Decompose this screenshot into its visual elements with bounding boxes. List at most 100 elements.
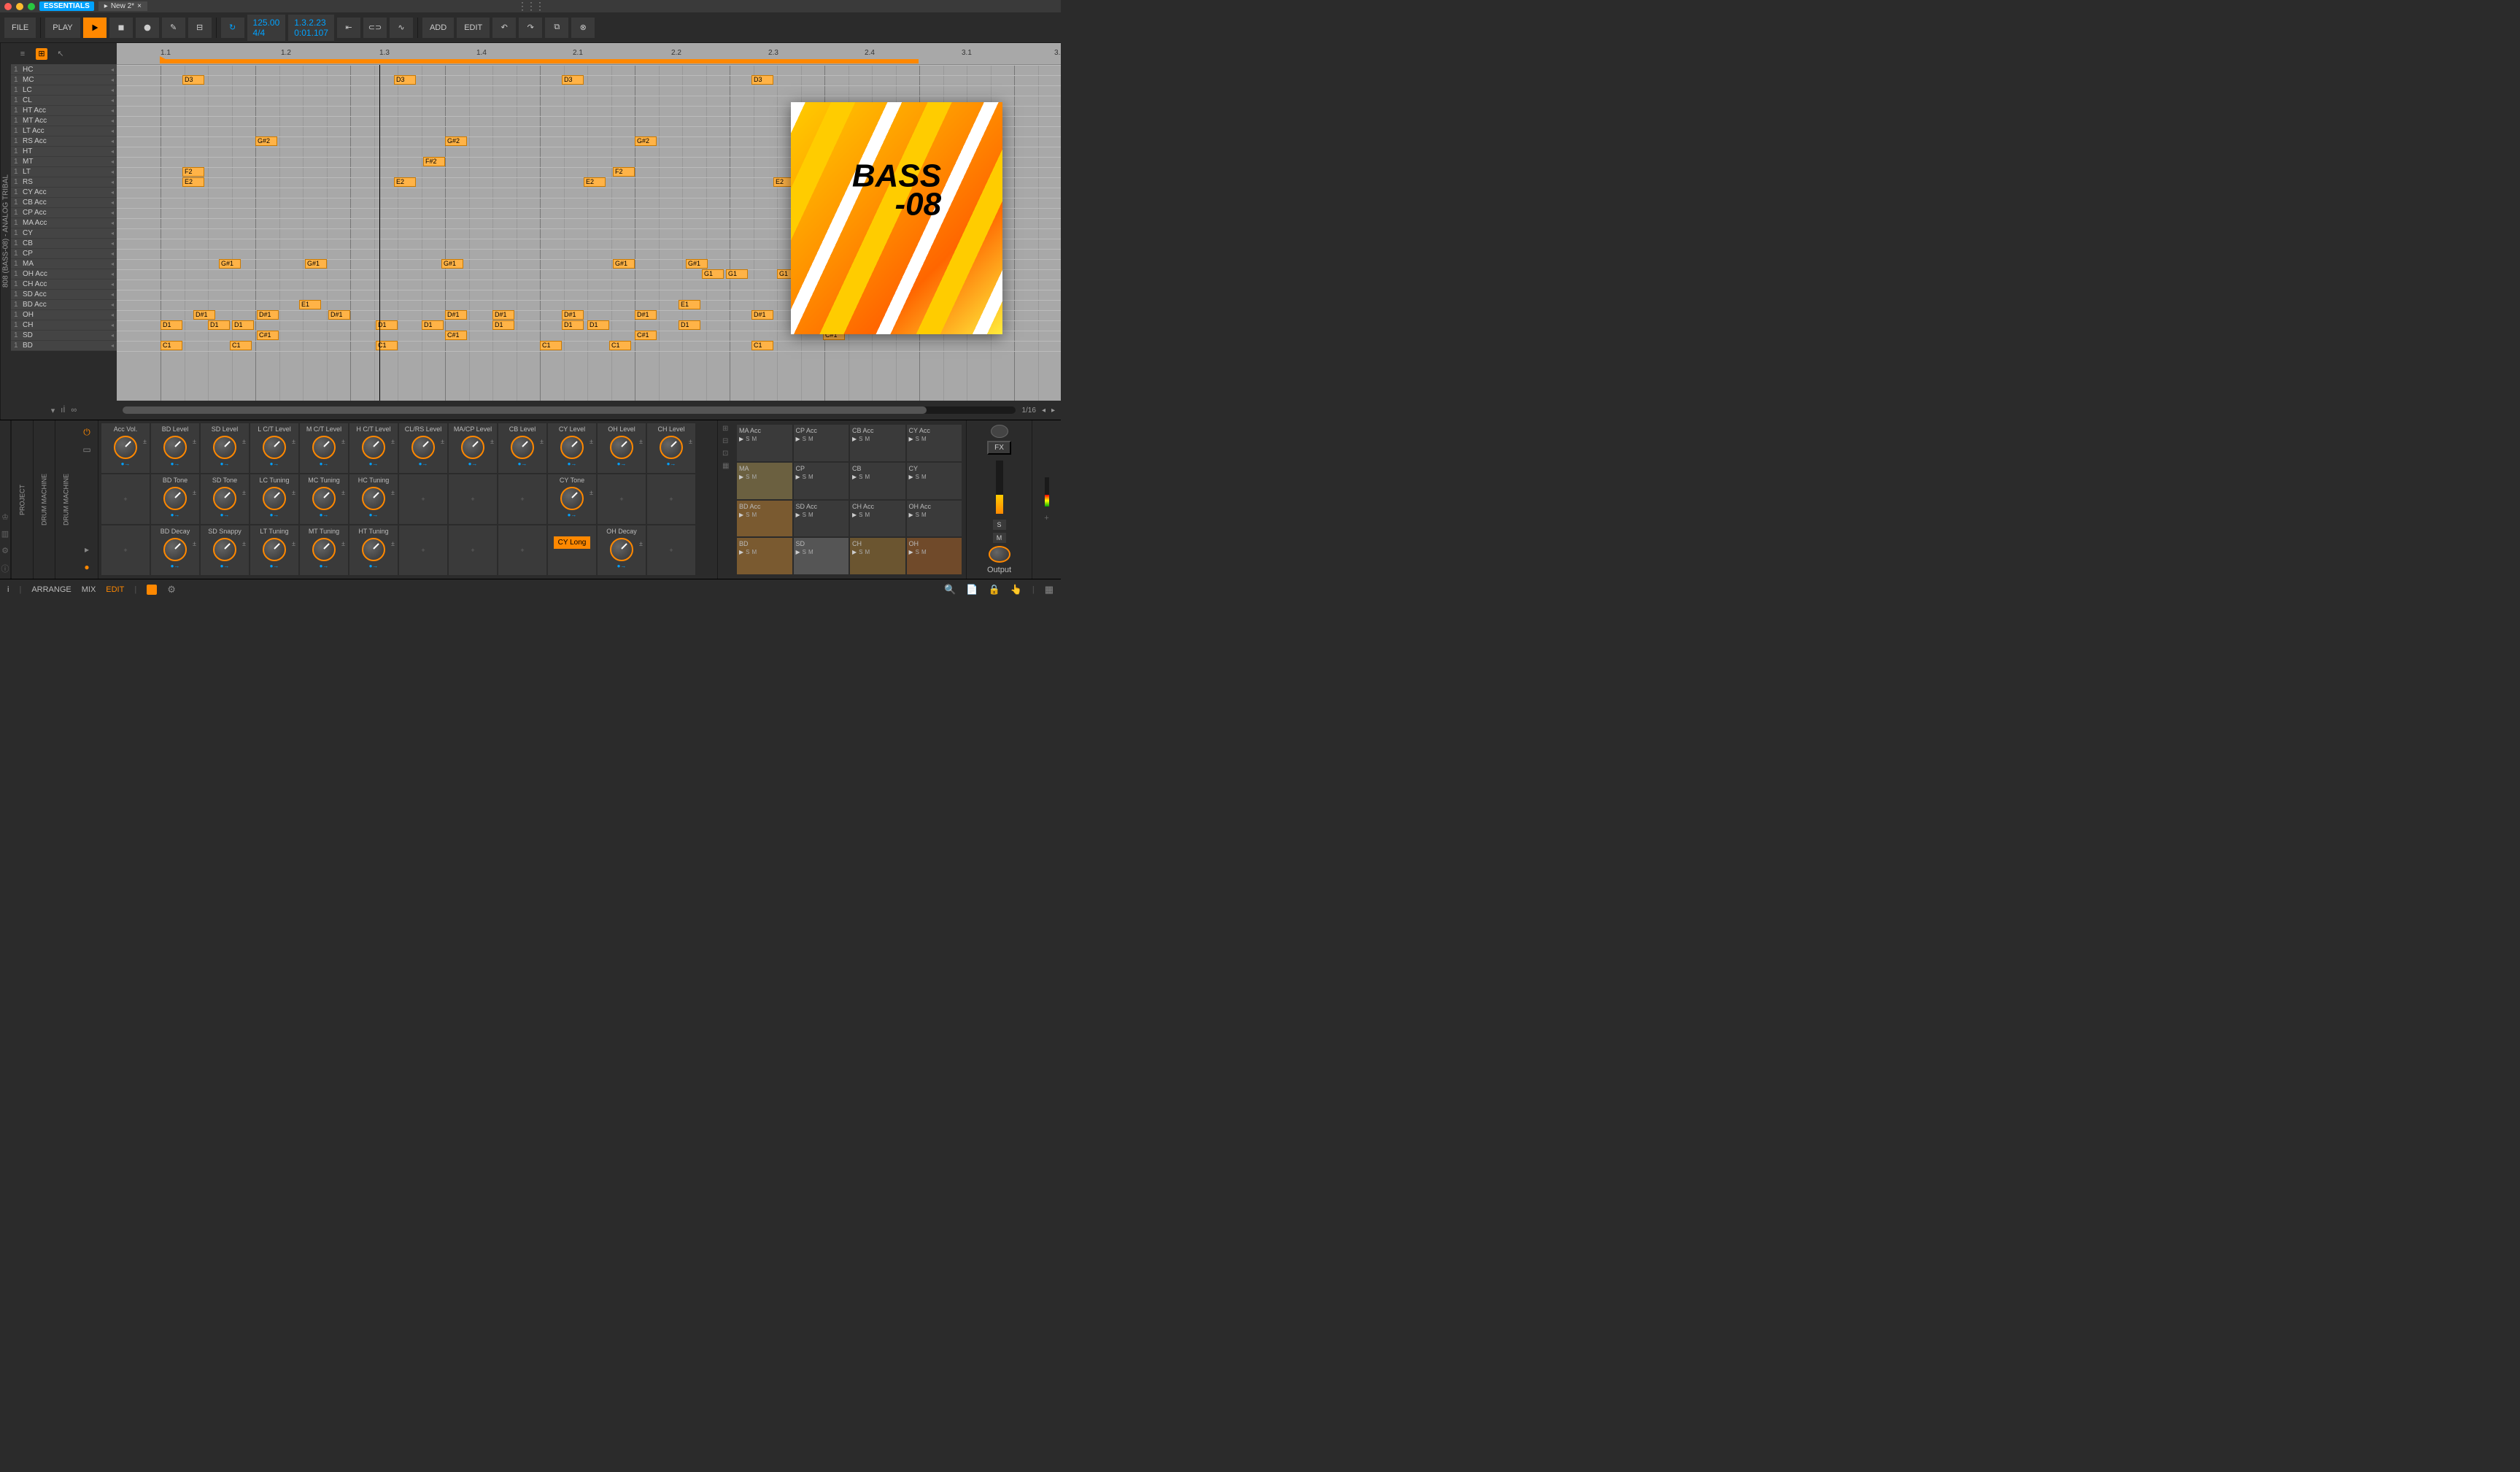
pointer-tool-icon[interactable]: ↖ [55, 48, 66, 60]
pad-ma-acc[interactable]: MA Acc▶SM [737, 425, 792, 461]
note[interactable]: C1 [540, 341, 562, 350]
speaker-icon[interactable]: ◂ [111, 138, 114, 144]
file-icon[interactable]: 📄 [966, 584, 978, 596]
speaker-icon[interactable]: ◂ [111, 169, 114, 175]
knob-bd-decay[interactable]: BD Decay●→± [151, 525, 199, 575]
knob-mod-icon[interactable]: ●→ [568, 512, 577, 518]
solo-button[interactable]: S [993, 520, 1006, 530]
knob-mod-icon[interactable]: ●→ [617, 563, 627, 569]
knob-cy-level[interactable]: CY Level●→± [548, 423, 596, 473]
pad-mute[interactable]: M [752, 474, 757, 480]
knob-mod-icon[interactable]: ●→ [419, 461, 428, 467]
note[interactable]: E1 [299, 300, 321, 309]
pad-cp-acc[interactable]: CP Acc▶SM [794, 425, 849, 461]
note[interactable]: C1 [161, 341, 182, 350]
play-button[interactable] [83, 18, 107, 38]
pad-mute[interactable]: M [808, 512, 813, 518]
zoom-out-icon[interactable]: ◂ [1042, 406, 1046, 415]
grid-icon-3[interactable]: ⊡ [722, 450, 734, 458]
fold-icon[interactable]: ▾ [51, 406, 55, 415]
list-view-icon[interactable]: ≡ [17, 48, 28, 60]
info-icon[interactable]: ⓘ [1, 563, 9, 574]
expand-icon[interactable]: ▸ [80, 542, 94, 557]
knob-mod-icon[interactable]: ●→ [369, 563, 379, 569]
note[interactable]: G#1 [613, 259, 635, 269]
knob-dial[interactable] [163, 538, 187, 561]
plus-icon[interactable]: + [471, 547, 474, 554]
pad-play-icon[interactable]: ▶ [852, 436, 857, 442]
pad-mute[interactable]: M [921, 512, 927, 518]
note[interactable]: D3 [394, 75, 416, 85]
zoom-in-icon[interactable]: ▸ [1051, 406, 1055, 415]
knob-empty[interactable]: + [498, 525, 546, 575]
knob-ma-cp-level[interactable]: MA/CP Level●→± [449, 423, 497, 473]
knob-sd-snappy[interactable]: SD Snappy●→± [201, 525, 249, 575]
note[interactable]: F#2 [423, 157, 445, 166]
note[interactable]: G#2 [445, 136, 467, 146]
knob-mod-icon[interactable]: ●→ [568, 461, 577, 467]
knob-dial[interactable] [312, 487, 336, 510]
track-row[interactable]: 1MT Acc◂ [11, 116, 117, 126]
speaker-icon[interactable]: ◂ [111, 189, 114, 196]
knob-mod-icon[interactable]: ●→ [320, 563, 329, 569]
speaker-icon[interactable]: ◂ [111, 117, 114, 124]
pad-solo[interactable]: S [916, 436, 919, 442]
pad-play-icon[interactable]: ▶ [909, 474, 913, 480]
note[interactable]: C1 [751, 341, 773, 350]
speaker-icon[interactable]: ◂ [111, 107, 114, 114]
speaker-icon[interactable]: ◂ [111, 209, 114, 216]
knob-plus-icon[interactable]: ± [639, 438, 643, 445]
grid-icon-4[interactable]: ▦ [722, 462, 734, 470]
remote-icon[interactable]: ● [80, 560, 94, 574]
cy-long-button[interactable]: CY Long [554, 536, 591, 549]
pad-solo[interactable]: S [859, 474, 862, 480]
note[interactable]: D3 [751, 75, 773, 85]
pad-oh[interactable]: OH▶SM [907, 538, 962, 574]
knob-empty[interactable]: + [449, 474, 497, 524]
speaker-icon[interactable]: ◂ [111, 97, 114, 104]
pad-mute[interactable]: M [752, 549, 757, 555]
pad-mute[interactable]: M [752, 436, 757, 442]
note[interactable]: F2 [613, 167, 635, 177]
knob-plus-icon[interactable]: ± [193, 438, 196, 445]
speaker-icon[interactable]: ◂ [111, 87, 114, 93]
overdub-button[interactable]: ⊟ [188, 18, 212, 38]
drum-machine-label-2[interactable]: DRUM MACHINE [55, 420, 77, 579]
speaker-icon[interactable]: ◂ [111, 291, 114, 298]
link-icon[interactable]: ∞ [71, 406, 77, 415]
note[interactable]: D#1 [257, 310, 279, 320]
grid-icon-2[interactable]: ⊟ [722, 437, 734, 445]
minimize-window[interactable] [16, 3, 23, 10]
knob-mod-icon[interactable]: ●→ [320, 512, 329, 518]
pad-solo[interactable]: S [859, 436, 862, 442]
plus-icon[interactable]: + [123, 547, 127, 554]
speaker-icon[interactable]: ◂ [111, 250, 114, 257]
knob-cb-level[interactable]: CB Level●→± [498, 423, 546, 473]
pad-solo[interactable]: S [803, 549, 806, 555]
knob-mod-icon[interactable]: ●→ [270, 461, 279, 467]
hand-icon[interactable]: 👆 [1010, 584, 1022, 596]
knob-dial[interactable] [213, 538, 236, 561]
controls-icon[interactable]: ⚙ [167, 584, 176, 596]
knob-ht-tuning[interactable]: HT Tuning●→± [349, 525, 398, 575]
pad-sd-acc[interactable]: SD Acc▶SM [794, 501, 849, 537]
project-label[interactable]: PROJECT [11, 420, 33, 579]
knob-mod-icon[interactable]: ●→ [270, 512, 279, 518]
knob-m-c-t-level[interactable]: M C/T Level●→± [300, 423, 348, 473]
pad-play-icon[interactable]: ▶ [852, 549, 857, 555]
knob-dial[interactable] [362, 538, 385, 561]
grid-view-icon[interactable]: ⊞ [36, 48, 47, 60]
pad-mute[interactable]: M [865, 512, 870, 518]
pad-mute[interactable]: M [752, 512, 757, 518]
dashboard-icon[interactable]: ▦ [1045, 584, 1054, 596]
knob-mod-icon[interactable]: ●→ [220, 563, 230, 569]
pad-solo[interactable]: S [803, 436, 806, 442]
track-row[interactable]: 1CY◂ [11, 228, 117, 239]
knob-mod-icon[interactable]: ●→ [171, 461, 180, 467]
track-row[interactable]: 1CY Acc◂ [11, 188, 117, 198]
pad-solo[interactable]: S [746, 474, 749, 480]
grid-resolution[interactable]: 1/16 [1021, 406, 1035, 415]
knob-empty[interactable]: + [399, 474, 447, 524]
knob-oh-decay[interactable]: OH Decay●→± [598, 525, 646, 575]
knob-plus-icon[interactable]: ± [341, 540, 345, 547]
